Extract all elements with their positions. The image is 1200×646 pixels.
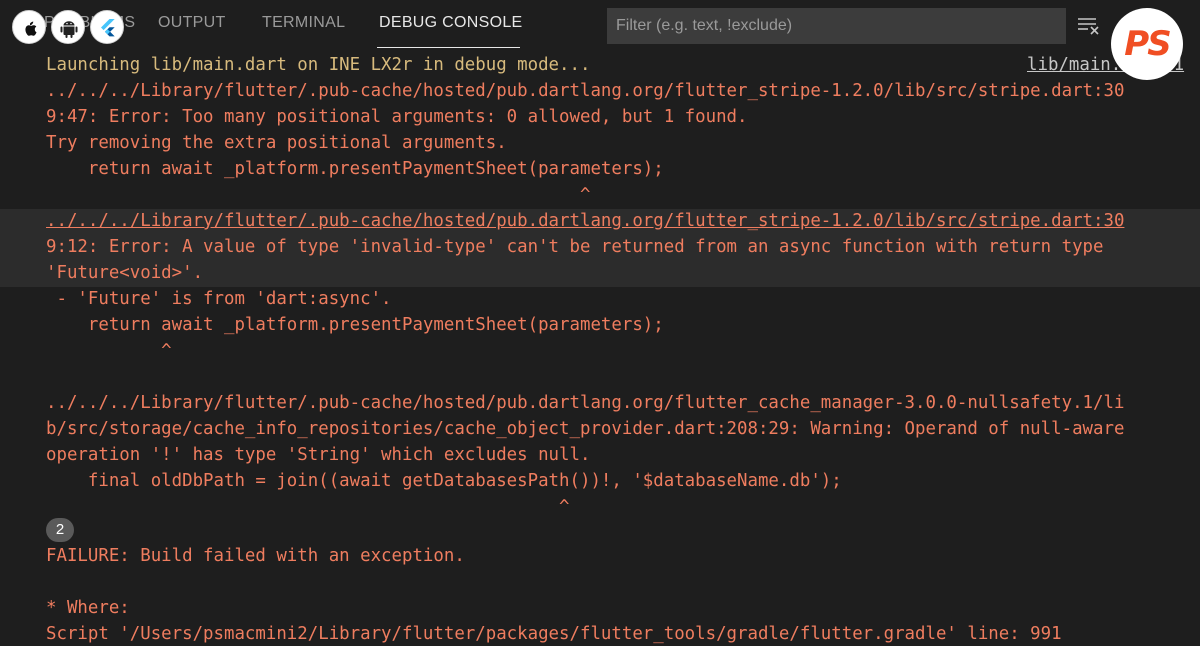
- active-tab-indicator: [377, 47, 520, 48]
- filter-input[interactable]: [607, 8, 1066, 44]
- where-heading: * Where:: [46, 598, 130, 618]
- error2-note: - 'Future' is from 'dart:async'.: [46, 289, 392, 309]
- failure-message: FAILURE: Build failed with an exception.: [46, 546, 465, 566]
- repeat-count-badge: 2: [46, 518, 74, 542]
- error2-caret: ^: [46, 341, 172, 361]
- tab-debug-console[interactable]: DEBUG CONSOLE: [379, 14, 523, 32]
- error1-caret: ^: [46, 185, 591, 205]
- debug-console-output: Launching lib/main.dart on INE LX2r in d…: [0, 52, 1200, 646]
- error2-code: return await _platform.presentPaymentShe…: [46, 315, 664, 335]
- error1-hint: Try removing the extra positional argume…: [46, 133, 507, 153]
- warning-code: final oldDbPath = join((await getDatabas…: [46, 471, 842, 491]
- error1-path[interactable]: ../../../Library/flutter/.pub-cache/host…: [46, 78, 1124, 104]
- script-location: Script '/Users/psmacmini2/Library/flutte…: [46, 624, 1062, 644]
- ps-logo-text: PS: [1124, 24, 1171, 64]
- tab-terminal[interactable]: TERMINAL: [262, 14, 345, 32]
- android-icon: [51, 10, 85, 44]
- warning-path[interactable]: ../../../Library/flutter/.pub-cache/host…: [46, 390, 1124, 416]
- warning-caret: ^: [46, 497, 570, 517]
- clear-console-icon[interactable]: [1077, 15, 1101, 37]
- error2-message-cont: 'Future<void>'.: [46, 263, 204, 283]
- warning-path-cont: b/src/storage/cache_info_repositories/ca…: [46, 419, 1125, 439]
- error1-message: 9:47: Error: Too many positional argumen…: [46, 107, 748, 127]
- flutter-icon: [90, 10, 124, 44]
- panel-header: PROBLEMS OUTPUT TERMINAL DEBUG CONSOLE: [0, 0, 1200, 52]
- platform-icons-overlay: [12, 10, 124, 46]
- error2-path[interactable]: ../../../Library/flutter/.pub-cache/host…: [46, 208, 1124, 234]
- launch-message: Launching lib/main.dart on INE LX2r in d…: [46, 55, 591, 75]
- apple-icon: [12, 10, 46, 44]
- error2-message: 9:12: Error: A value of type 'invalid-ty…: [46, 237, 1104, 257]
- tab-output[interactable]: OUTPUT: [158, 14, 226, 32]
- error1-code: return await _platform.presentPaymentShe…: [46, 159, 664, 179]
- warning-message: operation '!' has type 'String' which ex…: [46, 445, 591, 465]
- ps-logo: PS: [1111, 8, 1183, 80]
